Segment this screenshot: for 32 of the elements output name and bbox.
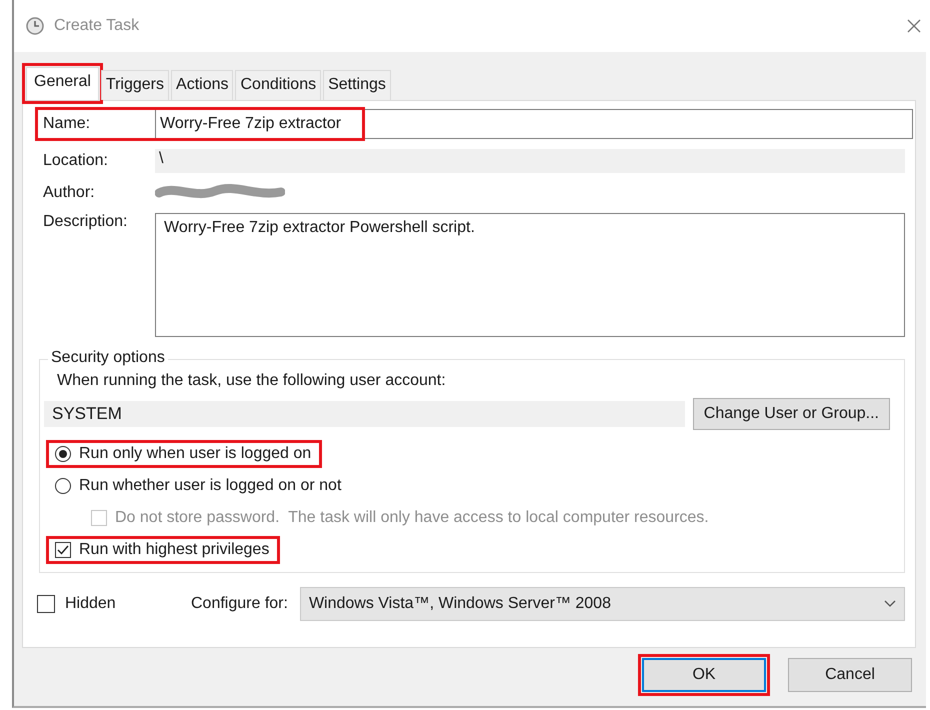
account-field: SYSTEM [44,401,685,427]
field-label: Configure for: [191,595,288,613]
close-icon[interactable] [906,18,922,34]
checkbox-label: Hidden [65,595,117,613]
option-label: Run whether user is logged on or not [79,477,342,495]
configure-dropdown[interactable]: Windows Vista™, Windows Server™ 2008 [300,587,905,621]
location-field: \ [155,149,905,173]
field-label: Author: [42,184,96,202]
checkbox[interactable] [37,595,55,613]
chevron-down-icon [884,600,896,608]
field-label: Description: [42,213,128,231]
name-field[interactable]: Worry-Free 7zip extractor [155,109,913,139]
clock-icon [26,17,44,35]
radio-button[interactable] [55,478,71,494]
tab[interactable]: Actions [171,70,234,100]
tab[interactable]: Settings [323,70,391,100]
tab[interactable]: Conditions [235,70,322,100]
dialog-button[interactable]: OK [642,658,766,692]
option-label: Do not store password. The task will only have access to local computer resources. [115,509,709,527]
field-label: Name: [42,115,92,133]
tab[interactable]: Triggers [100,70,170,100]
option-label: Run only when user is logged on [79,445,312,463]
change-user-button[interactable]: Change User or Group... [692,398,890,430]
option-label: Run with highest privileges [79,541,270,559]
checkbox[interactable] [55,542,71,558]
description-field[interactable]: Worry-Free 7zip extractor Powershell script. [155,213,905,337]
window-title: Create Task [54,17,140,35]
radio-button[interactable] [55,446,71,462]
dialog-button[interactable]: Cancel [788,658,912,692]
group-title: Security options [48,349,168,367]
account-prompt: When running the task, use the following user account: [56,372,447,390]
field-label: Location: [42,152,109,170]
